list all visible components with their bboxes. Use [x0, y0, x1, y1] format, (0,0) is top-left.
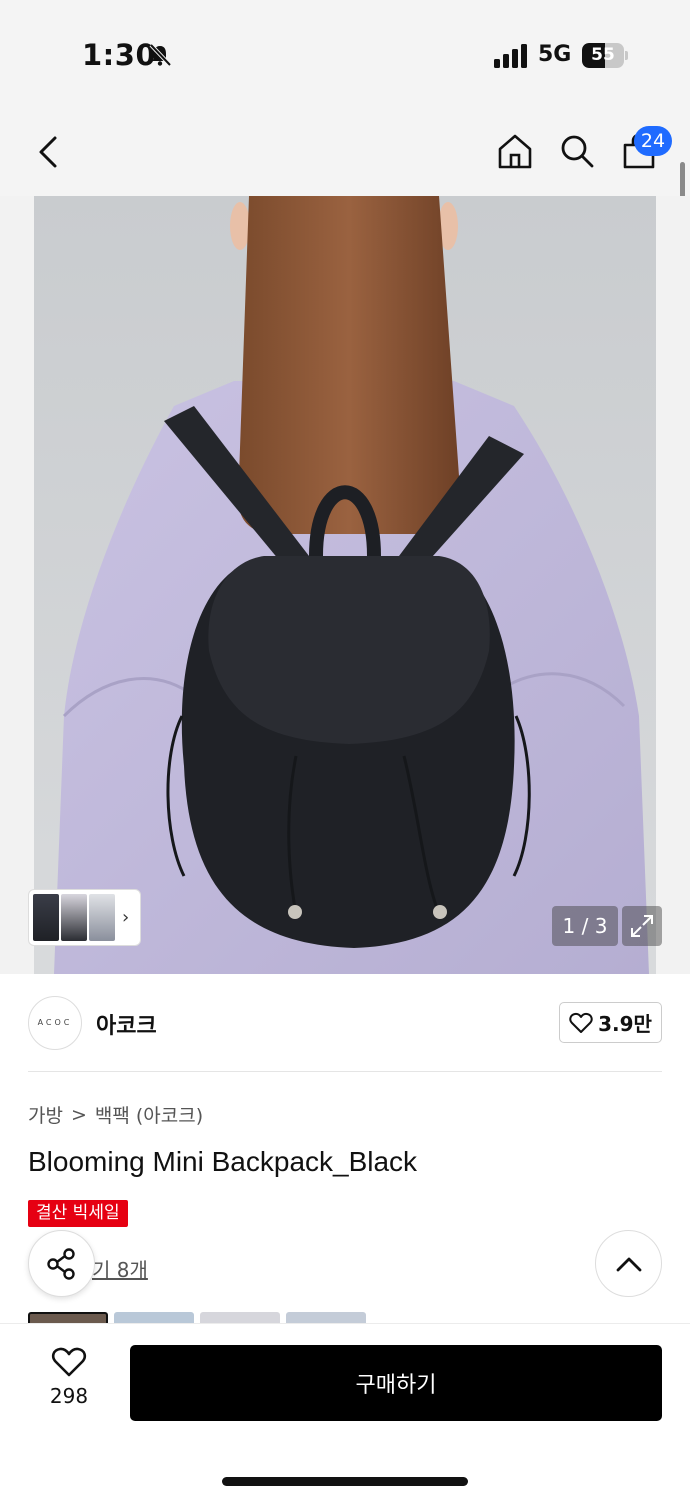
brand-like-button[interactable]: 3.9만 [559, 1002, 662, 1043]
chevron-up-icon [616, 1257, 641, 1271]
divider [28, 1071, 662, 1072]
buy-button[interactable]: 구매하기 [130, 1345, 662, 1421]
network-type: 5G [538, 42, 572, 67]
chevron-right-icon: › [122, 907, 130, 928]
battery-icon: 55 [582, 43, 628, 68]
gallery-thumbnail-strip[interactable]: › [28, 889, 141, 946]
product-photo [34, 196, 656, 974]
status-bar: 1:30 5G 55 [0, 0, 690, 100]
share-icon [46, 1247, 75, 1280]
breadcrumb: 가방 > 백팩 (아코크) [28, 1101, 203, 1128]
gallery-thumbnail [33, 894, 59, 941]
home-indicator [222, 1477, 468, 1486]
battery-percent: 55 [591, 45, 615, 65]
heart-icon [569, 1012, 593, 1033]
chevron-left-icon [39, 136, 57, 168]
search-icon [561, 135, 594, 168]
share-button[interactable] [28, 1230, 95, 1297]
product-image-gallery[interactable] [0, 196, 690, 974]
gallery-thumbnail [61, 894, 87, 941]
heart-icon [51, 1347, 87, 1377]
status-time: 1:30 [82, 38, 157, 72]
cart-count-badge: 24 [634, 126, 672, 156]
expand-button[interactable] [622, 906, 662, 946]
breadcrumb-category[interactable]: 가방 [28, 1101, 63, 1128]
back-button[interactable] [26, 130, 70, 174]
breadcrumb-separator: > [70, 1103, 87, 1126]
bell-muted-icon [149, 43, 172, 67]
home-icon [498, 134, 532, 169]
brand-like-count: 3.9만 [598, 1012, 652, 1036]
sale-badge: 결산 빅세일 [28, 1200, 128, 1227]
search-button[interactable] [554, 128, 600, 174]
breadcrumb-subcategory[interactable]: 백팩 (아코크) [95, 1101, 203, 1128]
wishlist-count: 298 [49, 1384, 89, 1408]
expand-icon [631, 915, 653, 937]
scroll-to-top-button[interactable] [595, 1230, 662, 1297]
brand-name[interactable]: 아코크 [96, 1008, 157, 1040]
wishlist-button[interactable]: 298 [38, 1346, 100, 1418]
gallery-page-counter: 1 / 3 [552, 906, 618, 946]
home-button[interactable] [492, 128, 538, 174]
brand-logo[interactable]: ACOC [28, 996, 82, 1050]
gallery-thumbnail [89, 894, 115, 941]
review-count-link[interactable]: 기 8개 [92, 1254, 148, 1283]
cellular-signal-icon [494, 44, 527, 68]
product-title: Blooming Mini Backpack_Black [28, 1146, 418, 1177]
